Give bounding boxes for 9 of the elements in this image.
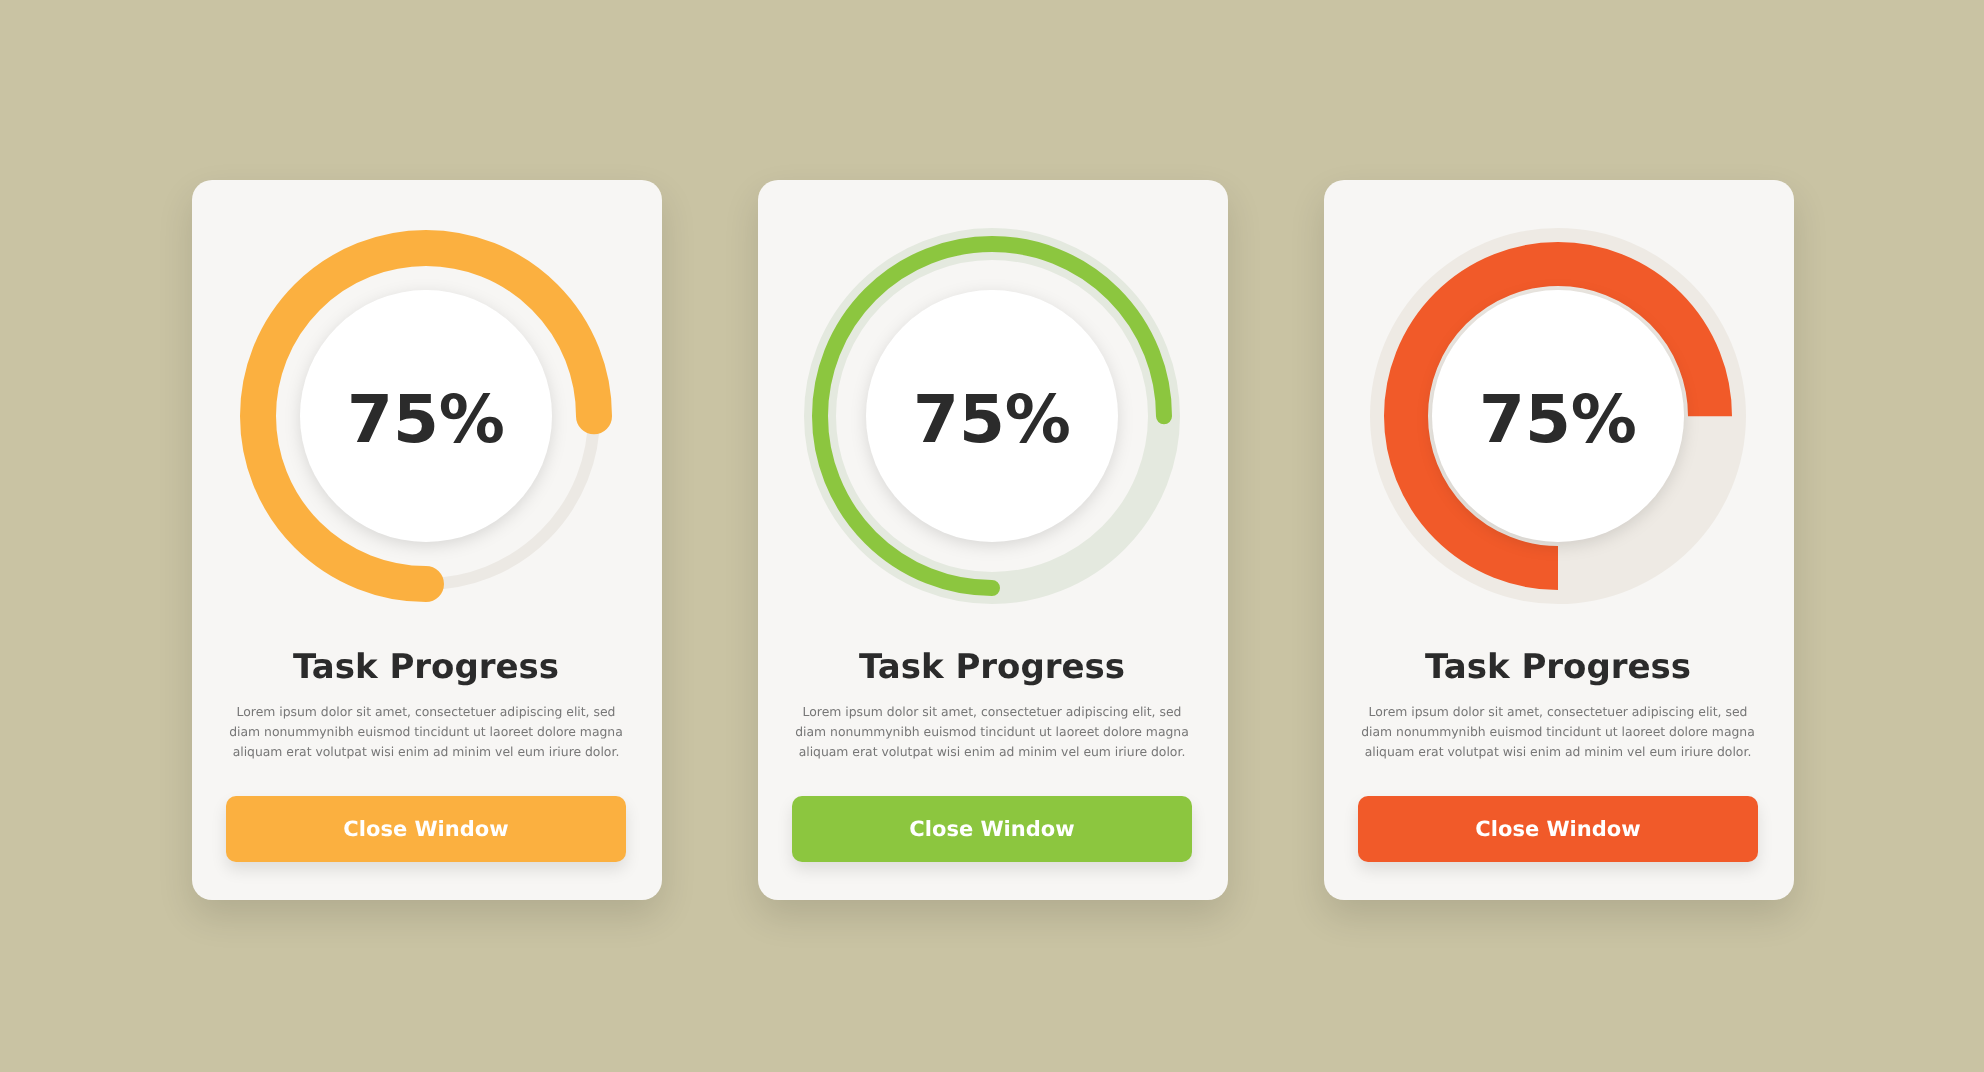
card-title: Task Progress	[292, 648, 560, 688]
card-title: Task Progress	[858, 648, 1126, 688]
percent-label: 75%	[911, 380, 1073, 458]
close-window-button[interactable]: Close Window	[792, 796, 1192, 862]
close-window-button[interactable]: Close Window	[1358, 796, 1758, 862]
close-window-button[interactable]: Close Window	[226, 796, 626, 862]
percent-label: 75%	[345, 380, 507, 458]
percent-label: 75%	[1477, 380, 1639, 458]
card-title: Task Progress	[1424, 648, 1692, 688]
